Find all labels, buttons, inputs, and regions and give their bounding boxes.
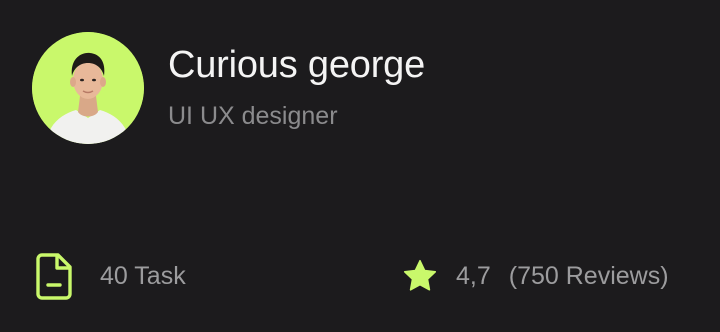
reviews-count[interactable]: (750 Reviews): [509, 262, 669, 291]
task-count: 40 Task: [100, 261, 186, 290]
person-photo: [32, 32, 144, 144]
star-icon: [403, 259, 437, 291]
rating-value: 4,7: [456, 261, 491, 290]
document-icon: [36, 253, 72, 300]
rating-stat: 4,7 (750 Reviews): [402, 252, 669, 300]
profile-name: Curious george: [168, 44, 426, 86]
profile-card: Curious george UI UX designer 40 Task 4,…: [0, 0, 720, 332]
task-stat: 40 Task: [36, 252, 186, 300]
avatar[interactable]: [32, 32, 144, 144]
profile-role: UI UX designer: [168, 102, 338, 130]
